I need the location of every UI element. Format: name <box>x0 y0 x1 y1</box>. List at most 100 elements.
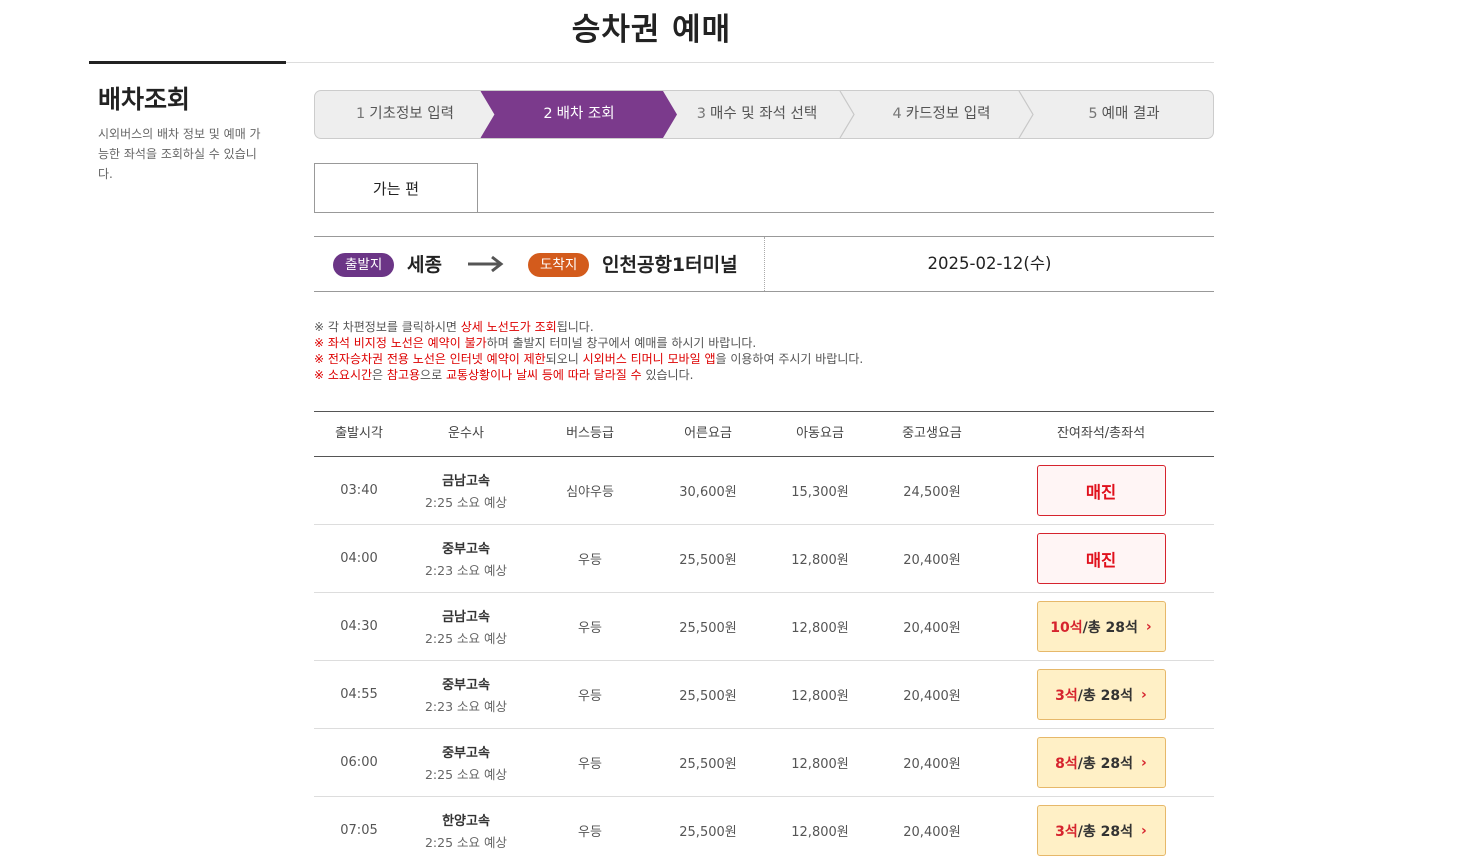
duration: 2:25 소요 예상 <box>424 631 508 646</box>
adult-fare: 25,500원 <box>679 825 737 840</box>
sidebar-divider <box>89 61 286 64</box>
duration: 2:23 소요 예상 <box>424 563 508 578</box>
select-seat-button[interactable]: 8석 /총 28석 › <box>1036 737 1166 788</box>
schedule-table: 출발시각 운수사 버스등급 어른요금 아동요금 중고생요금 잔여좌석/총좌석 0… <box>314 411 1214 860</box>
sidebar-description: 시외버스의 배차 정보 및 예매 가능한 좌석을 조회하실 수 있습니다. <box>98 127 261 181</box>
seats-left: 10석 <box>1050 619 1083 636</box>
company-name: 금남고속 <box>442 610 490 625</box>
company-cell[interactable]: 중부고속 2:23 소요 예상 <box>404 661 528 728</box>
header-seats: 잔여좌석/총좌석 <box>1056 426 1146 441</box>
seats-cell: 8석 /총 28석 › <box>988 729 1214 796</box>
child-fare: 12,800원 <box>791 825 849 840</box>
duration: 2:25 소요 예상 <box>424 767 508 782</box>
departure-time: 07:05 <box>340 823 378 838</box>
table-row[interactable]: 06:00 중부고속 2:25 소요 예상 우등 25,500원 12,800원… <box>314 729 1214 797</box>
adult-fare: 25,500원 <box>679 689 737 704</box>
adult-fare: 25,500원 <box>679 757 737 772</box>
child-fare: 12,800원 <box>791 621 849 636</box>
table-row[interactable]: 04:55 중부고속 2:23 소요 예상 우등 25,500원 12,800원… <box>314 661 1214 729</box>
student-fare: 20,400원 <box>903 757 961 772</box>
company-cell[interactable]: 중부고속 2:25 소요 예상 <box>404 729 528 796</box>
select-seat-button[interactable]: 10석 /총 28석 › <box>1036 601 1166 652</box>
departure-time: 04:00 <box>340 551 378 566</box>
seats-left: 8석 <box>1055 755 1078 772</box>
duration: 2:25 소요 예상 <box>424 495 508 510</box>
student-fare: 20,400원 <box>903 553 961 568</box>
sold-out-button: 매진 <box>1036 465 1166 516</box>
adult-fare: 25,500원 <box>679 553 737 568</box>
step-4: 4 카드정보 입력 <box>892 106 991 122</box>
notice-list: ※ 각 차편정보를 클릭하시면 상세 노선도가 조회됩니다. ※ 좌석 비지정 … <box>314 319 863 383</box>
company-cell[interactable]: 금남고속 2:25 소요 예상 <box>404 457 528 524</box>
step-2-active: 2 배차 조회 <box>543 106 615 122</box>
departure-time: 04:30 <box>340 619 378 634</box>
company-cell[interactable]: 한양고속 2:25 소요 예상 <box>404 797 528 860</box>
step-progress-bar: 1 기초정보 입력 2 배차 조회 3 매수 및 좌석 선택 4 카드정보 입력 5 예매… <box>314 90 1214 139</box>
bus-grade: 심야우등 <box>566 485 614 500</box>
company-cell[interactable]: 중부고속 2:23 소요 예상 <box>404 525 528 592</box>
bus-grade: 우등 <box>578 689 602 704</box>
chevron-right-icon: › <box>1145 618 1152 635</box>
company-name: 중부고속 <box>442 542 490 557</box>
table-row[interactable]: 07:05 한양고속 2:25 소요 예상 우등 25,500원 12,800원… <box>314 797 1214 860</box>
seats-left: 3석 <box>1055 823 1078 840</box>
sidebar-title: 배차조회 <box>98 85 191 114</box>
child-fare: 15,300원 <box>791 485 849 500</box>
seats-total: /총 28석 <box>1077 687 1134 704</box>
company-name: 중부고속 <box>442 678 490 693</box>
notice-item: ※ 각 차편정보를 클릭하시면 상세 노선도가 조회됩니다. <box>314 320 594 334</box>
child-fare: 12,800원 <box>791 689 849 704</box>
seats-total: /총 28석 <box>1077 755 1134 772</box>
chevron-right-icon: › <box>1141 686 1147 703</box>
step-1: 1 기초정보 입력 <box>356 106 454 122</box>
header-company: 운수사 <box>448 426 484 441</box>
departure-badge: 출발지 <box>333 253 395 277</box>
student-fare: 24,500원 <box>903 485 961 500</box>
table-row[interactable]: 04:30 금남고속 2:25 소요 예상 우등 25,500원 12,800원… <box>314 593 1214 661</box>
arrival-badge: 도착지 <box>528 253 590 277</box>
departure-time: 04:55 <box>340 687 378 702</box>
seats-total: /총 28석 <box>1082 619 1138 636</box>
seats-total: /총 28석 <box>1077 823 1134 840</box>
duration: 2:25 소요 예상 <box>424 835 508 850</box>
company-name: 한양고속 <box>442 814 490 829</box>
bus-grade: 우등 <box>578 757 602 772</box>
student-fare: 20,400원 <box>903 825 961 840</box>
student-fare: 20,400원 <box>903 621 961 636</box>
select-seat-button[interactable]: 3석 /총 28석 › <box>1036 669 1166 720</box>
table-header: 출발시각 운수사 버스등급 어른요금 아동요금 중고생요금 잔여좌석/총좌석 <box>314 411 1214 457</box>
seats-cell: 10석 /총 28석 › <box>988 593 1214 660</box>
bus-grade: 우등 <box>578 825 602 840</box>
header-grade: 버스등급 <box>566 426 614 441</box>
company-cell[interactable]: 금남고속 2:25 소요 예상 <box>404 593 528 660</box>
duration: 2:23 소요 예상 <box>424 699 508 714</box>
adult-fare: 25,500원 <box>679 621 737 636</box>
student-fare: 20,400원 <box>903 689 961 704</box>
child-fare: 12,800원 <box>791 553 849 568</box>
header-child-fare: 아동요금 <box>796 426 844 441</box>
bus-grade: 우등 <box>578 553 602 568</box>
header-time: 출발시각 <box>335 426 383 441</box>
step-5: 5 예매 결과 <box>1088 106 1160 122</box>
tab-outbound[interactable]: 가는 편 <box>314 163 478 213</box>
seats-cell: 매진 <box>988 457 1214 524</box>
tab-divider <box>314 212 1214 213</box>
bus-grade: 우등 <box>578 621 602 636</box>
seats-left: 3석 <box>1055 687 1078 704</box>
sold-out-button: 매진 <box>1036 533 1166 584</box>
table-row[interactable]: 03:40 금남고속 2:25 소요 예상 심야우등 30,600원 15,30… <box>314 457 1214 525</box>
step-3: 3 매수 및 좌석 선택 <box>696 106 818 122</box>
company-name: 중부고속 <box>442 746 490 761</box>
chevron-right-icon: › <box>1141 822 1147 839</box>
seats-cell: 3석 /총 28석 › <box>988 661 1214 728</box>
table-row[interactable]: 04:00 중부고속 2:23 소요 예상 우등 25,500원 12,800원… <box>314 525 1214 593</box>
seats-cell: 매진 <box>988 525 1214 592</box>
departure-city: 세종 <box>407 254 442 276</box>
select-seat-button[interactable]: 3석 /총 28석 › <box>1036 805 1166 856</box>
departure-time: 06:00 <box>340 755 378 770</box>
arrival-city: 인천공항1터미널 <box>602 254 738 276</box>
departure-time: 03:40 <box>340 483 378 498</box>
travel-date: 2025-02-12(수) <box>927 254 1052 273</box>
chevron-right-icon: › <box>1141 754 1147 771</box>
notice-item: ※ 소요시간은 참고용으로 교통상황이나 날씨 등에 따라 달라질 수 있습니다… <box>314 368 694 382</box>
